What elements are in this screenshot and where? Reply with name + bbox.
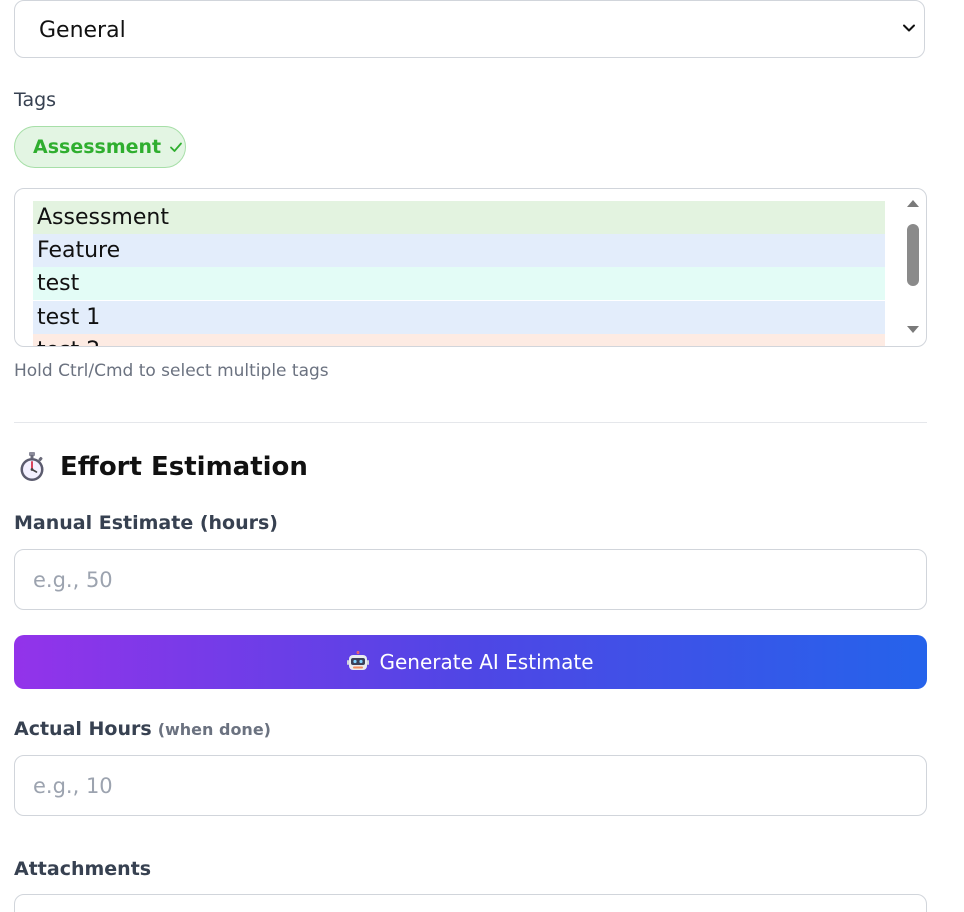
effort-section-title: Effort Estimation: [60, 452, 308, 482]
tag-option-assessment[interactable]: Assessment: [33, 201, 885, 234]
tags-hint: Hold Ctrl/Cmd to select multiple tags: [14, 361, 329, 381]
manual-estimate-input[interactable]: [14, 549, 927, 610]
manual-estimate-label: Manual Estimate (hours): [14, 512, 278, 534]
tags-label: Tags: [14, 89, 57, 111]
scroll-down-icon: [907, 326, 919, 333]
tag-option-test-2[interactable]: test 2: [33, 334, 885, 346]
actual-hours-input[interactable]: [14, 755, 927, 816]
tag-chip-label: Assessment: [33, 136, 162, 158]
actual-hours-note: (when done): [157, 720, 271, 739]
tag-option-label: Feature: [37, 238, 121, 263]
section-divider: [14, 422, 927, 423]
check-icon: [170, 142, 183, 152]
tag-option-test[interactable]: test: [33, 267, 885, 300]
actual-hours-label-text: Actual Hours: [14, 718, 152, 740]
effort-section-header: Effort Estimation: [18, 452, 308, 482]
ai-button-label: Generate AI Estimate: [379, 650, 594, 674]
attachments-dropzone[interactable]: [14, 894, 927, 912]
robot-icon: [347, 651, 370, 670]
attachments-label: Attachments: [14, 858, 152, 880]
tag-option-label: test: [37, 271, 80, 296]
tag-option-feature[interactable]: Feature: [33, 234, 885, 267]
tag-option-label: Assessment: [37, 205, 169, 230]
generate-ai-estimate-button[interactable]: Generate AI Estimate: [14, 635, 927, 689]
category-select-value: General: [39, 18, 126, 43]
stopwatch-icon: [20, 452, 44, 481]
tag-chip-assessment[interactable]: Assessment: [14, 126, 186, 168]
tags-multiselect[interactable]: Assessment Feature test test 1 test 2: [14, 188, 927, 347]
tag-option-test-1[interactable]: test 1: [33, 301, 885, 334]
tag-option-label: test 1: [37, 305, 101, 330]
actual-hours-label: Actual Hours (when done): [14, 718, 271, 740]
tag-option-label: test 2: [37, 338, 100, 346]
scroll-up-icon: [907, 200, 919, 207]
scroll-thumb: [907, 224, 919, 286]
task-form: General Tags Assessment Assessment Featu…: [0, 0, 964, 912]
listbox-scrollbar[interactable]: [904, 195, 922, 340]
chevron-down-icon: [903, 24, 915, 32]
category-select[interactable]: General: [14, 0, 925, 58]
